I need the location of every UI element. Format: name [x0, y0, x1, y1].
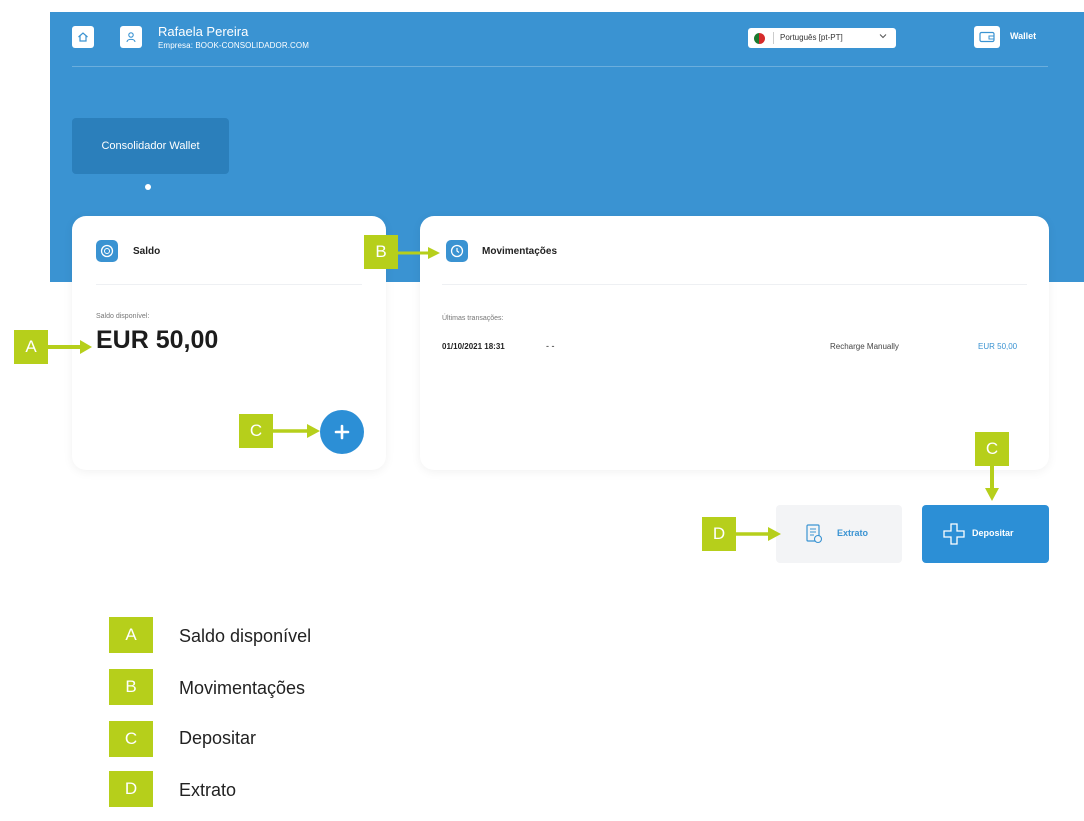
- movimentacoes-card-icon: [446, 240, 468, 262]
- saldo-card-icon: [96, 240, 118, 262]
- transaction-amount: EUR 50,00: [978, 342, 1018, 351]
- movimentacoes-card: Movimentações Últimas transações: 01/10/…: [420, 216, 1049, 470]
- wallet-label[interactable]: Wallet: [1010, 31, 1036, 41]
- user-name: Rafaela Pereira: [158, 24, 249, 39]
- annotation-tag-d: D: [702, 517, 736, 551]
- arrow-right-icon: [273, 424, 320, 438]
- recent-transactions-label: Últimas transações:: [442, 315, 504, 322]
- top-bar: Rafaela Pereira Empresa: BOOK-CONSOLIDAD…: [72, 22, 1048, 67]
- plus-icon: [334, 424, 350, 440]
- language-value: Português [pt-PT]: [780, 33, 843, 42]
- arrow-right-icon: [398, 247, 440, 259]
- plus-icon: [943, 523, 965, 545]
- depositar-label: Depositar: [972, 528, 1014, 538]
- extrato-label: Extrato: [837, 528, 869, 538]
- saldo-divider: [96, 284, 362, 285]
- legend-tag-b: B: [109, 669, 153, 705]
- legend-tag-a: A: [109, 617, 153, 653]
- saldo-title: Saldo: [133, 246, 161, 257]
- legend-text-c: Depositar: [179, 728, 257, 748]
- language-select[interactable]: Português [pt-PT]: [748, 28, 896, 48]
- legend-tag-c: C: [109, 721, 153, 757]
- annotation-tag-a: A: [14, 330, 48, 364]
- chevron-down-icon: [879, 34, 887, 39]
- arrow-right-icon: [736, 527, 781, 541]
- annotation-tag-b: B: [364, 235, 398, 269]
- depositar-button[interactable]: Depositar: [922, 505, 1049, 563]
- legend-tag-d: D: [109, 771, 153, 807]
- balance-value: EUR 50,00: [96, 326, 219, 354]
- saldo-available-label: Saldo disponível:: [96, 313, 150, 320]
- transaction-date: 01/10/2021 18:31: [442, 342, 505, 351]
- wallet-icon: [979, 31, 995, 43]
- transaction-description: Recharge Manually: [830, 342, 899, 351]
- wallet-button[interactable]: [974, 26, 1000, 48]
- arrow-right-icon: [48, 340, 92, 354]
- transaction-ref: - -: [546, 341, 555, 351]
- extrato-button[interactable]: Extrato: [776, 505, 902, 563]
- language-separator: [773, 32, 774, 44]
- home-icon: [78, 32, 88, 42]
- saldo-card: Saldo Saldo disponível: EUR 50,00: [72, 216, 386, 470]
- movimentacoes-divider: [442, 284, 1027, 285]
- legend-text-a: Saldo disponível: [179, 626, 312, 646]
- clock-icon: [450, 244, 464, 258]
- receipt-icon: [806, 524, 823, 544]
- annotation-tag-c: C: [239, 414, 273, 448]
- coin-icon: [100, 244, 114, 258]
- arrow-down-icon: [985, 466, 999, 501]
- user-icon: [126, 32, 136, 43]
- annotation-tag-c-2: C: [975, 432, 1009, 466]
- user-avatar[interactable]: [120, 26, 142, 48]
- wallet-tab-consolidador[interactable]: Consolidador Wallet: [72, 118, 229, 174]
- legend-text-b: Movimentações: [179, 678, 306, 698]
- legend-text-d: Extrato: [179, 780, 237, 800]
- add-funds-button[interactable]: [320, 410, 364, 454]
- carousel-dot[interactable]: [145, 184, 151, 190]
- home-button[interactable]: [72, 26, 94, 48]
- flag-icon: [754, 33, 765, 44]
- user-company: Empresa: BOOK-CONSOLIDADOR.COM: [158, 41, 310, 50]
- movimentacoes-title: Movimentações: [482, 246, 558, 257]
